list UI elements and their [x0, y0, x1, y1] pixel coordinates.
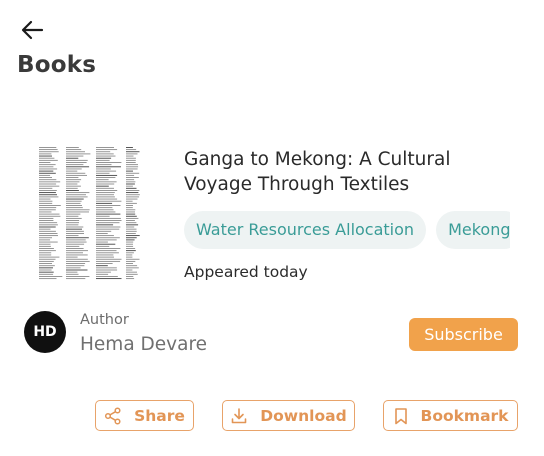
- share-label: Share: [134, 406, 185, 425]
- tag-chip[interactable]: Water Resources Allocation: [184, 211, 427, 249]
- arrow-left-icon: [21, 20, 44, 40]
- share-icon: [104, 406, 122, 425]
- download-button[interactable]: Download: [222, 400, 355, 431]
- back-button[interactable]: [18, 16, 48, 46]
- bookmark-icon: [393, 407, 409, 425]
- appeared-date: Appeared today: [184, 263, 308, 281]
- avatar[interactable]: HD: [24, 311, 66, 353]
- book-title[interactable]: Ganga to Mekong: A Cultural Voyage Throu…: [184, 147, 514, 197]
- book-cover[interactable]: [34, 143, 146, 283]
- bookmark-button[interactable]: Bookmark: [383, 400, 518, 431]
- bookmark-label: Bookmark: [420, 406, 509, 425]
- page-title: Books: [17, 52, 97, 78]
- author-name[interactable]: Hema Devare: [80, 334, 207, 355]
- tag-chip[interactable]: Mekong: [436, 211, 510, 249]
- download-icon: [230, 407, 248, 425]
- tag-list: Water Resources Allocation Mekong: [184, 211, 510, 249]
- cover-text-thumbnail: [39, 147, 140, 280]
- author-caption: Author: [80, 312, 129, 328]
- subscribe-button[interactable]: Subscribe: [409, 318, 518, 351]
- download-label: Download: [260, 406, 347, 425]
- share-button[interactable]: Share: [95, 400, 194, 431]
